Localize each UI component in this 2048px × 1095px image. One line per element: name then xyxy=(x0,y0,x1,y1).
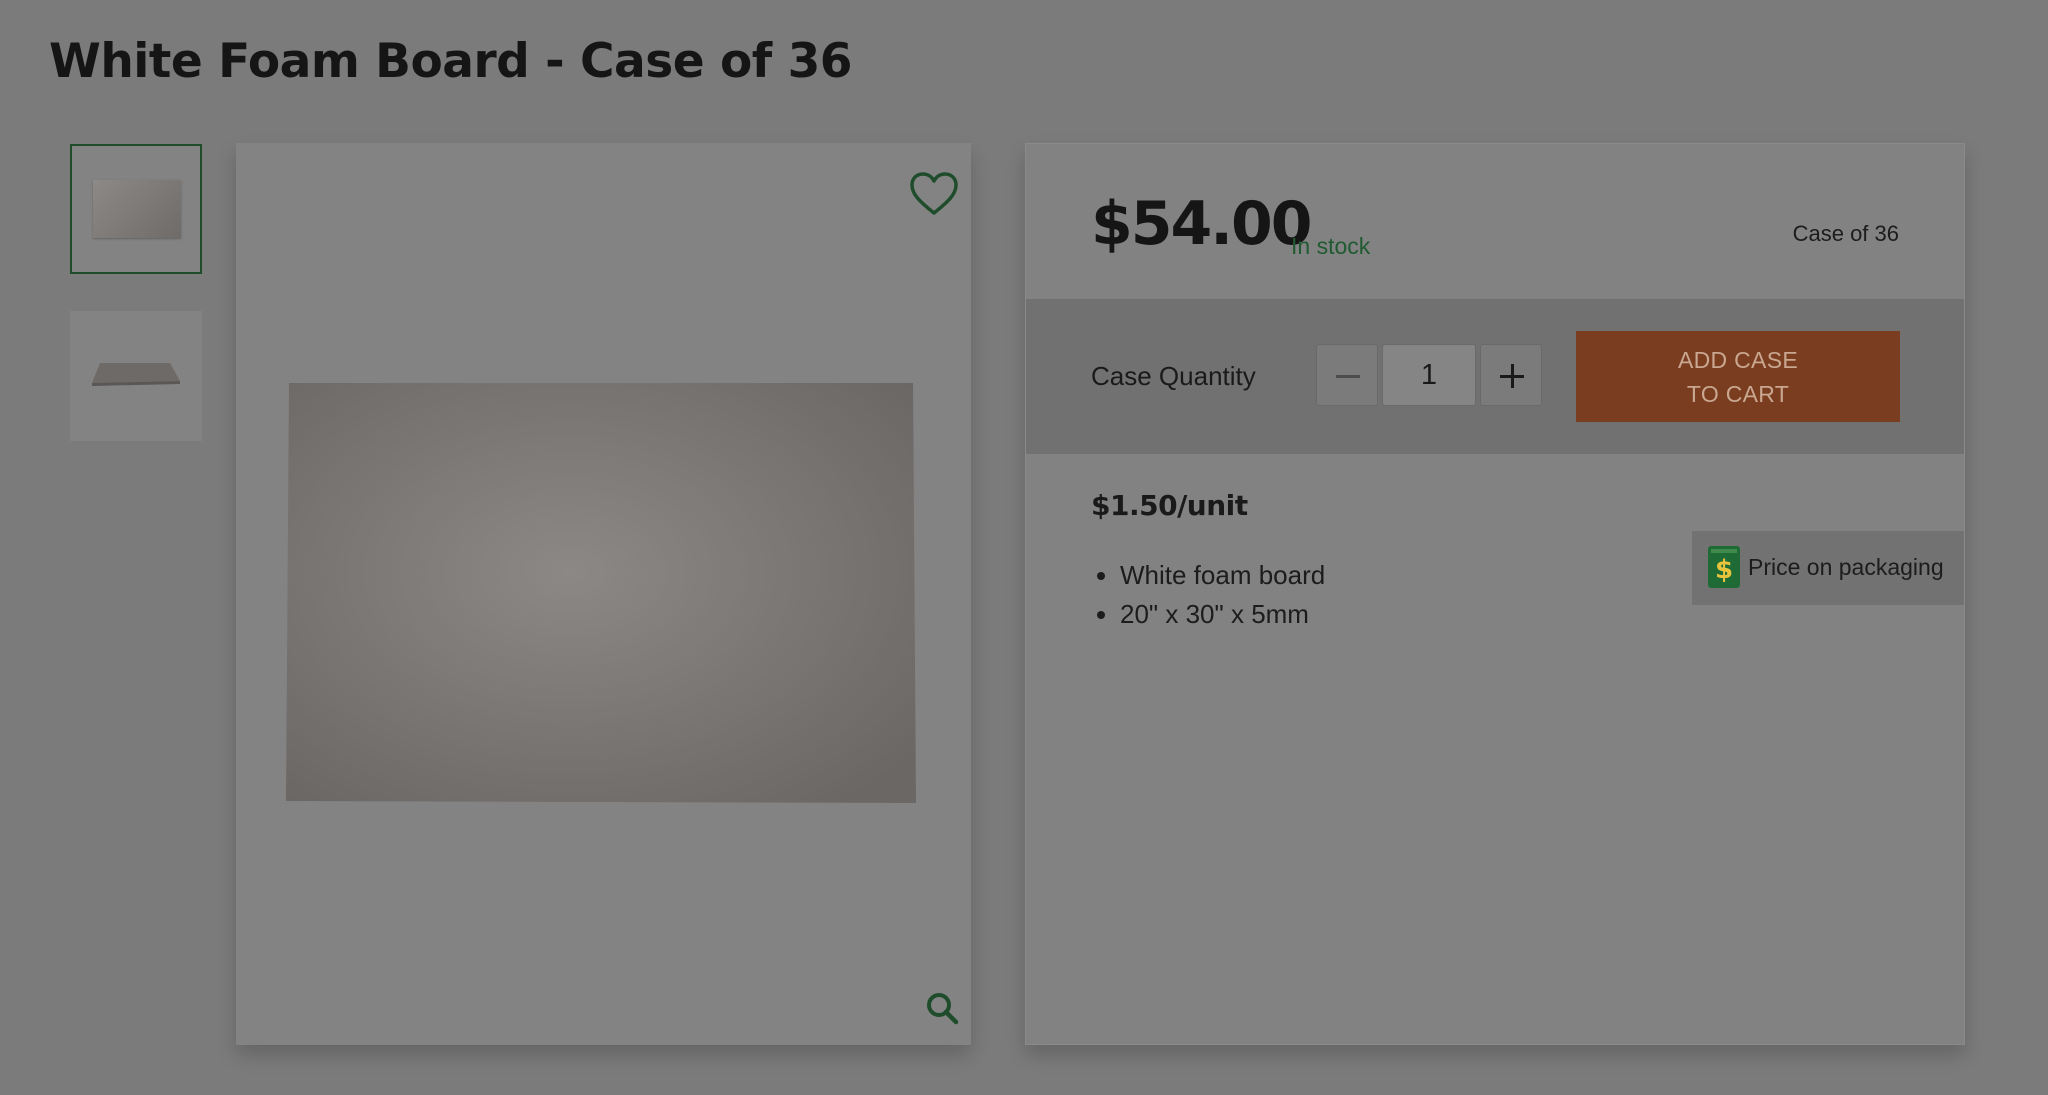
foam-board-angle-image xyxy=(92,363,180,386)
quantity-label: Case Quantity xyxy=(1091,361,1256,391)
increase-quantity-button[interactable] xyxy=(1480,344,1542,406)
decrease-quantity-button[interactable] xyxy=(1316,344,1378,406)
feature-item: White foam board xyxy=(1120,556,1325,595)
product-image-panel xyxy=(236,143,971,1045)
product-main-image xyxy=(286,383,916,803)
thumbnail-angle[interactable] xyxy=(70,311,202,441)
case-price: $54.00 xyxy=(1091,189,1313,259)
quantity-bar: Case Quantity ADD CASE TO CART xyxy=(1026,299,1964,454)
price-row: $54.00 In stock Case of 36 xyxy=(1091,189,1899,279)
thumbnail-front[interactable] xyxy=(70,144,202,274)
add-case-to-cart-button[interactable]: ADD CASE TO CART xyxy=(1576,331,1900,422)
feature-list: White foam board 20" x 30" x 5mm xyxy=(1091,556,1325,634)
add-button-line2: TO CART xyxy=(1686,380,1790,407)
minus-icon xyxy=(1336,375,1360,378)
price-on-packaging-badge[interactable]: $ Price on packaging xyxy=(1692,531,1964,605)
unit-price: $1.50/unit xyxy=(1091,489,1248,522)
search-icon[interactable] xyxy=(925,991,959,1025)
plus-icon-vertical xyxy=(1511,364,1514,388)
quantity-input[interactable] xyxy=(1382,344,1476,406)
purchase-panel: $54.00 In stock Case of 36 Case Quantity… xyxy=(1025,143,1965,1045)
stock-status: In stock xyxy=(1291,233,1371,259)
foam-board-thumbnail-image xyxy=(93,180,181,238)
heart-icon[interactable] xyxy=(909,171,959,217)
case-size: Case of 36 xyxy=(1792,221,1899,246)
feature-item: 20" x 30" x 5mm xyxy=(1120,595,1325,634)
add-button-line1: ADD CASE xyxy=(1678,346,1798,373)
price-tag-icon: $ xyxy=(1708,546,1740,588)
price-on-packaging-label: Price on packaging xyxy=(1748,554,1944,580)
page-title: White Foam Board - Case of 36 xyxy=(49,34,852,89)
